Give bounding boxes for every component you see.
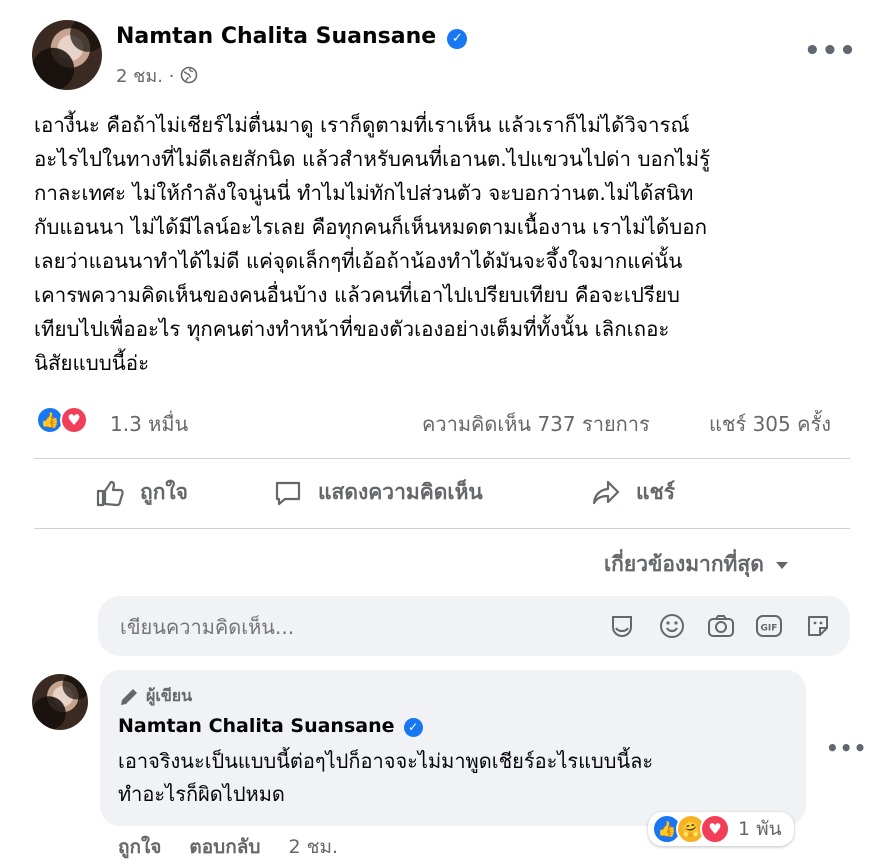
comment-reaction-pill[interactable]: 👍 🤗 ♥ 1 พัน: [648, 812, 794, 846]
post-meta: 2 ชม. ·: [116, 61, 198, 90]
verified-badge-icon: ✓: [447, 28, 468, 49]
author-name[interactable]: Namtan Chalita Suansane: [116, 24, 436, 49]
like-label: ถูกใจ: [140, 480, 188, 504]
comment-composer[interactable]: GIF: [98, 596, 850, 656]
author-avatar[interactable]: [32, 20, 102, 90]
comment-text: เอาจริงนะเป็นแบบนี้ต่อๆไปก็อาจจะไม่มาพูด…: [118, 749, 654, 806]
sticker-icon[interactable]: [804, 612, 832, 640]
comment-time[interactable]: 2 ชม.: [288, 832, 338, 862]
comment-button[interactable]: แสดงความคิดเห็น: [272, 476, 483, 509]
meta-separator: ·: [168, 66, 175, 87]
sort-dropdown[interactable]: เกี่ยวข้องมากที่สุด: [604, 548, 790, 581]
divider-bottom: [34, 528, 850, 529]
commenter-avatar[interactable]: [32, 674, 88, 730]
verified-badge-icon: ✓: [403, 718, 423, 737]
comment-icon: [275, 481, 301, 505]
reaction-icons[interactable]: 👍 ♥: [36, 406, 88, 434]
emoji-icon[interactable]: [658, 612, 686, 640]
share-count[interactable]: แชร์ 305 ครั้ง: [709, 408, 831, 440]
comment-footer: ถูกใจ ตอบกลับ 2 ชม.: [118, 832, 338, 862]
comment-header: Namtan Chalita Suansane ✓: [118, 715, 423, 737]
share-button[interactable]: แชร์: [590, 476, 675, 509]
like-button[interactable]: ถูกใจ: [94, 476, 188, 509]
love-icon: ♥: [700, 814, 730, 844]
comment-label: แสดงความคิดเห็น: [318, 480, 483, 504]
post-header: Namtan Chalita Suansane ✓: [116, 24, 468, 49]
avatar-sticker-icon[interactable]: [608, 612, 636, 640]
pencil-icon: [121, 688, 137, 705]
more-options-icon[interactable]: •••: [804, 36, 857, 66]
author-badge-label: ผู้เขียน: [146, 686, 193, 705]
post-time[interactable]: 2 ชม.: [116, 66, 163, 87]
like-icon: [96, 480, 124, 506]
camera-icon[interactable]: [706, 612, 736, 640]
author-badge: ผู้เขียน: [118, 684, 192, 709]
comment-input[interactable]: [118, 610, 582, 644]
commenter-name[interactable]: Namtan Chalita Suansane: [118, 715, 395, 737]
share-icon: [592, 480, 620, 504]
globe-icon: [180, 66, 198, 84]
love-icon: ♥: [60, 406, 88, 434]
comment-reaction-count: 1 พัน: [738, 818, 782, 840]
chevron-down-icon: [775, 561, 788, 569]
divider-top: [34, 458, 850, 459]
share-label: แชร์: [636, 480, 676, 504]
gif-icon[interactable]: GIF: [754, 612, 784, 640]
sort-label: เกี่ยวข้องมากที่สุด: [604, 552, 764, 576]
comment-reply-button[interactable]: ตอบกลับ: [189, 832, 260, 862]
svg-text:GIF: GIF: [761, 624, 778, 634]
reaction-count[interactable]: 1.3 หมื่น: [110, 408, 188, 440]
comment-more-options-icon[interactable]: •••: [826, 736, 867, 760]
comment-count[interactable]: ความคิดเห็น 737 รายการ: [422, 408, 650, 440]
post-body: เอางี้นะ คือถ้าไม่เชียร์ไม่ตื่นมาดู เราก…: [34, 113, 711, 375]
comment-like-button[interactable]: ถูกใจ: [118, 832, 161, 862]
